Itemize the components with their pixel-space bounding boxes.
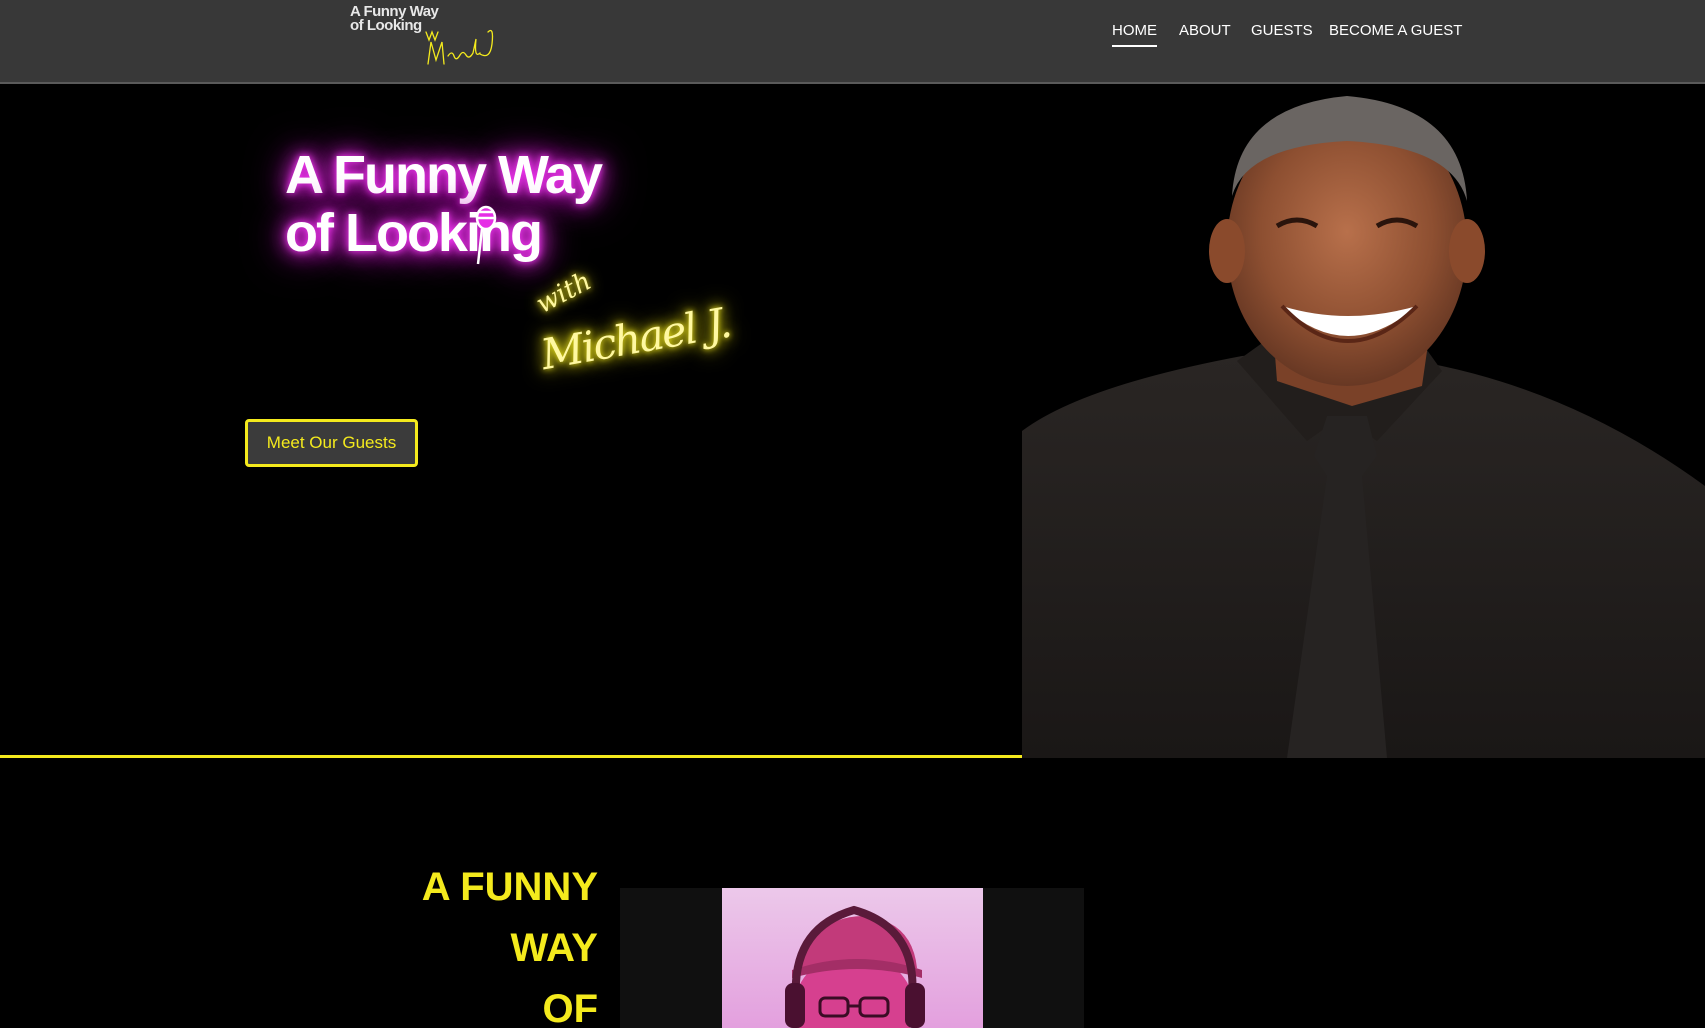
hero-script-name: Michael J. (537, 297, 734, 380)
intro-heading: A FUNNY WAY OF (422, 857, 598, 1028)
nav-home[interactable]: HOME (1112, 22, 1157, 47)
nav-guests[interactable]: GUESTS (1251, 22, 1313, 45)
meet-our-guests-button[interactable]: Meet Our Guests (245, 419, 418, 467)
intro-heading-line: WAY (510, 926, 598, 970)
podcast-video-thumbnail[interactable] (722, 888, 983, 1028)
intro-heading-line: OF (542, 987, 598, 1028)
hero-title-line1: A Funny Way (285, 145, 603, 205)
intro-section: A FUNNY WAY OF (0, 761, 1705, 1028)
hero-section: A Funny Way of Looking with Michael J. M… (0, 86, 1705, 758)
nav-about[interactable]: ABOUT (1179, 22, 1231, 45)
nav-become-a-guest[interactable]: BECOME A GUEST (1329, 22, 1462, 45)
host-portrait-image (1022, 86, 1705, 758)
hero-script-with: with (531, 266, 597, 320)
site-header: A Funny Way of Looking HOME ABOUT GUESTS… (0, 0, 1705, 84)
hero-neon-title: A Funny Way of Looking (285, 146, 645, 262)
hero-title-line2: of Looking (285, 203, 543, 263)
microphone-icon (475, 205, 497, 265)
hero-script-signature: with Michael J. (530, 266, 734, 386)
intro-heading-line: A FUNNY (421, 865, 598, 909)
main-nav: HOME ABOUT GUESTS BECOME A GUEST (0, 22, 1705, 52)
podcast-video-frame[interactable] (620, 888, 1084, 1028)
